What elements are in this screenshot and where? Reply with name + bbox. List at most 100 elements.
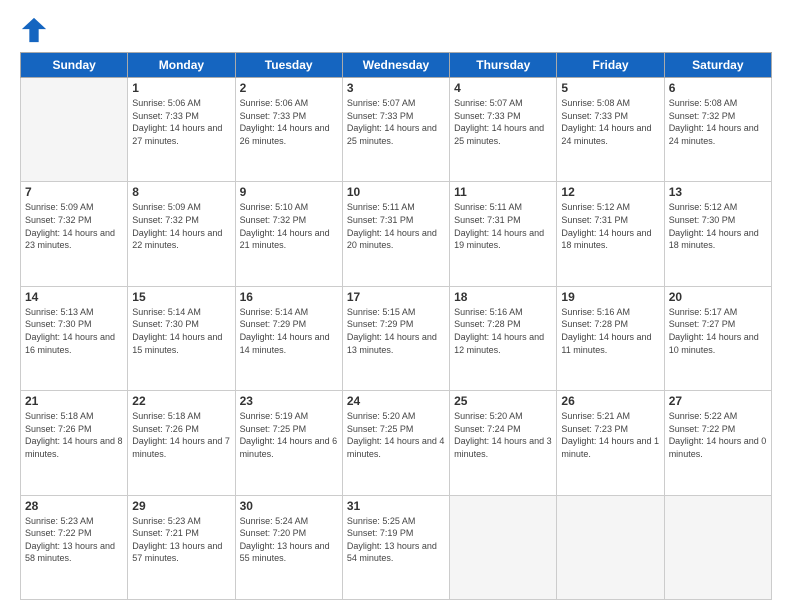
sunset-text: Sunset: 7:33 PM bbox=[132, 111, 199, 121]
sunset-text: Sunset: 7:22 PM bbox=[25, 528, 92, 538]
calendar-day-cell: 10 Sunrise: 5:11 AM Sunset: 7:31 PM Dayl… bbox=[342, 182, 449, 286]
daylight-text: Daylight: 14 hours and 18 minutes. bbox=[561, 228, 651, 251]
calendar-day-cell bbox=[21, 78, 128, 182]
sunrise-text: Sunrise: 5:11 AM bbox=[454, 202, 522, 212]
sunrise-text: Sunrise: 5:10 AM bbox=[240, 202, 309, 212]
day-info: Sunrise: 5:06 AM Sunset: 7:33 PM Dayligh… bbox=[240, 97, 338, 147]
sunrise-text: Sunrise: 5:16 AM bbox=[561, 307, 630, 317]
sunrise-text: Sunrise: 5:14 AM bbox=[132, 307, 201, 317]
calendar-day-cell: 14 Sunrise: 5:13 AM Sunset: 7:30 PM Dayl… bbox=[21, 286, 128, 390]
day-info: Sunrise: 5:20 AM Sunset: 7:24 PM Dayligh… bbox=[454, 410, 552, 460]
calendar-day-cell: 1 Sunrise: 5:06 AM Sunset: 7:33 PM Dayli… bbox=[128, 78, 235, 182]
sunset-text: Sunset: 7:29 PM bbox=[347, 319, 414, 329]
calendar-table: SundayMondayTuesdayWednesdayThursdayFrid… bbox=[20, 52, 772, 600]
calendar-day-cell: 28 Sunrise: 5:23 AM Sunset: 7:22 PM Dayl… bbox=[21, 495, 128, 599]
calendar-day-cell: 8 Sunrise: 5:09 AM Sunset: 7:32 PM Dayli… bbox=[128, 182, 235, 286]
sunrise-text: Sunrise: 5:11 AM bbox=[347, 202, 415, 212]
sunrise-text: Sunrise: 5:23 AM bbox=[25, 516, 94, 526]
header bbox=[20, 16, 772, 44]
calendar-day-cell: 29 Sunrise: 5:23 AM Sunset: 7:21 PM Dayl… bbox=[128, 495, 235, 599]
sunrise-text: Sunrise: 5:21 AM bbox=[561, 411, 630, 421]
day-number: 21 bbox=[25, 394, 123, 408]
calendar-day-cell: 13 Sunrise: 5:12 AM Sunset: 7:30 PM Dayl… bbox=[664, 182, 771, 286]
calendar-header-wednesday: Wednesday bbox=[342, 53, 449, 78]
day-info: Sunrise: 5:24 AM Sunset: 7:20 PM Dayligh… bbox=[240, 515, 338, 565]
sunrise-text: Sunrise: 5:09 AM bbox=[25, 202, 94, 212]
day-number: 30 bbox=[240, 499, 338, 513]
sunset-text: Sunset: 7:33 PM bbox=[347, 111, 414, 121]
sunset-text: Sunset: 7:27 PM bbox=[669, 319, 736, 329]
sunset-text: Sunset: 7:21 PM bbox=[132, 528, 199, 538]
calendar-day-cell bbox=[450, 495, 557, 599]
calendar-week-4: 21 Sunrise: 5:18 AM Sunset: 7:26 PM Dayl… bbox=[21, 391, 772, 495]
daylight-text: Daylight: 14 hours and 7 minutes. bbox=[132, 436, 230, 459]
daylight-text: Daylight: 14 hours and 20 minutes. bbox=[347, 228, 437, 251]
calendar-day-cell: 12 Sunrise: 5:12 AM Sunset: 7:31 PM Dayl… bbox=[557, 182, 664, 286]
day-info: Sunrise: 5:16 AM Sunset: 7:28 PM Dayligh… bbox=[454, 306, 552, 356]
daylight-text: Daylight: 14 hours and 6 minutes. bbox=[240, 436, 338, 459]
day-number: 29 bbox=[132, 499, 230, 513]
calendar-header-friday: Friday bbox=[557, 53, 664, 78]
day-number: 18 bbox=[454, 290, 552, 304]
day-info: Sunrise: 5:23 AM Sunset: 7:22 PM Dayligh… bbox=[25, 515, 123, 565]
day-number: 6 bbox=[669, 81, 767, 95]
day-number: 3 bbox=[347, 81, 445, 95]
day-info: Sunrise: 5:22 AM Sunset: 7:22 PM Dayligh… bbox=[669, 410, 767, 460]
sunrise-text: Sunrise: 5:12 AM bbox=[669, 202, 738, 212]
sunset-text: Sunset: 7:30 PM bbox=[25, 319, 92, 329]
daylight-text: Daylight: 14 hours and 12 minutes. bbox=[454, 332, 544, 355]
calendar-day-cell: 27 Sunrise: 5:22 AM Sunset: 7:22 PM Dayl… bbox=[664, 391, 771, 495]
sunrise-text: Sunrise: 5:19 AM bbox=[240, 411, 309, 421]
sunrise-text: Sunrise: 5:22 AM bbox=[669, 411, 738, 421]
daylight-text: Daylight: 14 hours and 14 minutes. bbox=[240, 332, 330, 355]
day-number: 22 bbox=[132, 394, 230, 408]
calendar-day-cell: 24 Sunrise: 5:20 AM Sunset: 7:25 PM Dayl… bbox=[342, 391, 449, 495]
sunset-text: Sunset: 7:30 PM bbox=[132, 319, 199, 329]
day-number: 23 bbox=[240, 394, 338, 408]
day-info: Sunrise: 5:14 AM Sunset: 7:29 PM Dayligh… bbox=[240, 306, 338, 356]
sunset-text: Sunset: 7:33 PM bbox=[240, 111, 307, 121]
day-info: Sunrise: 5:06 AM Sunset: 7:33 PM Dayligh… bbox=[132, 97, 230, 147]
day-number: 5 bbox=[561, 81, 659, 95]
calendar-header-saturday: Saturday bbox=[664, 53, 771, 78]
day-info: Sunrise: 5:11 AM Sunset: 7:31 PM Dayligh… bbox=[347, 201, 445, 251]
calendar-day-cell: 31 Sunrise: 5:25 AM Sunset: 7:19 PM Dayl… bbox=[342, 495, 449, 599]
sunrise-text: Sunrise: 5:18 AM bbox=[25, 411, 94, 421]
calendar-header-sunday: Sunday bbox=[21, 53, 128, 78]
daylight-text: Daylight: 14 hours and 27 minutes. bbox=[132, 123, 222, 146]
day-info: Sunrise: 5:12 AM Sunset: 7:31 PM Dayligh… bbox=[561, 201, 659, 251]
daylight-text: Daylight: 14 hours and 25 minutes. bbox=[454, 123, 544, 146]
calendar-day-cell: 18 Sunrise: 5:16 AM Sunset: 7:28 PM Dayl… bbox=[450, 286, 557, 390]
calendar-header-monday: Monday bbox=[128, 53, 235, 78]
day-number: 2 bbox=[240, 81, 338, 95]
sunset-text: Sunset: 7:24 PM bbox=[454, 424, 521, 434]
sunset-text: Sunset: 7:33 PM bbox=[454, 111, 521, 121]
calendar-day-cell bbox=[557, 495, 664, 599]
day-info: Sunrise: 5:09 AM Sunset: 7:32 PM Dayligh… bbox=[132, 201, 230, 251]
day-number: 19 bbox=[561, 290, 659, 304]
sunrise-text: Sunrise: 5:16 AM bbox=[454, 307, 523, 317]
sunrise-text: Sunrise: 5:24 AM bbox=[240, 516, 309, 526]
logo-icon bbox=[20, 16, 48, 44]
sunset-text: Sunset: 7:33 PM bbox=[561, 111, 628, 121]
day-number: 9 bbox=[240, 185, 338, 199]
calendar-day-cell: 19 Sunrise: 5:16 AM Sunset: 7:28 PM Dayl… bbox=[557, 286, 664, 390]
day-info: Sunrise: 5:19 AM Sunset: 7:25 PM Dayligh… bbox=[240, 410, 338, 460]
day-info: Sunrise: 5:08 AM Sunset: 7:32 PM Dayligh… bbox=[669, 97, 767, 147]
day-info: Sunrise: 5:07 AM Sunset: 7:33 PM Dayligh… bbox=[347, 97, 445, 147]
calendar-day-cell: 16 Sunrise: 5:14 AM Sunset: 7:29 PM Dayl… bbox=[235, 286, 342, 390]
calendar-day-cell: 25 Sunrise: 5:20 AM Sunset: 7:24 PM Dayl… bbox=[450, 391, 557, 495]
daylight-text: Daylight: 13 hours and 54 minutes. bbox=[347, 541, 437, 564]
calendar-day-cell: 9 Sunrise: 5:10 AM Sunset: 7:32 PM Dayli… bbox=[235, 182, 342, 286]
day-number: 14 bbox=[25, 290, 123, 304]
sunset-text: Sunset: 7:28 PM bbox=[561, 319, 628, 329]
daylight-text: Daylight: 14 hours and 11 minutes. bbox=[561, 332, 651, 355]
sunrise-text: Sunrise: 5:20 AM bbox=[347, 411, 416, 421]
day-number: 31 bbox=[347, 499, 445, 513]
daylight-text: Daylight: 14 hours and 0 minutes. bbox=[669, 436, 767, 459]
daylight-text: Daylight: 14 hours and 19 minutes. bbox=[454, 228, 544, 251]
day-number: 12 bbox=[561, 185, 659, 199]
sunrise-text: Sunrise: 5:06 AM bbox=[132, 98, 201, 108]
calendar-day-cell: 11 Sunrise: 5:11 AM Sunset: 7:31 PM Dayl… bbox=[450, 182, 557, 286]
daylight-text: Daylight: 14 hours and 24 minutes. bbox=[669, 123, 759, 146]
